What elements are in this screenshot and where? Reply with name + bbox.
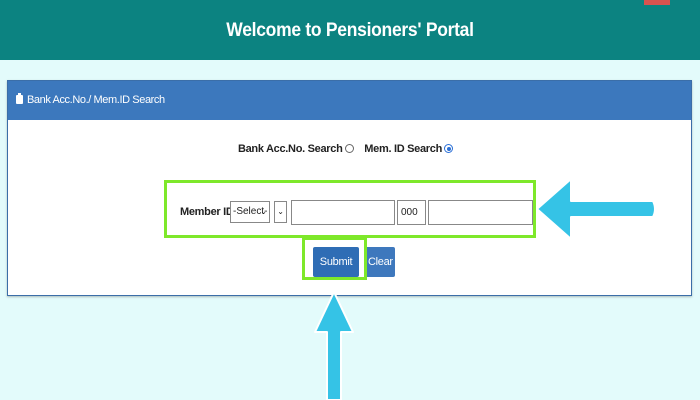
member-id-label: Member ID:	[180, 206, 237, 218]
mem-id-search-label: Mem. ID Search	[364, 143, 443, 155]
clear-button[interactable]: Clear	[364, 247, 395, 277]
member-id-highlight-box: Member ID: -Select- ⌄ ⌄ 000	[164, 180, 536, 238]
extension-input[interactable]: 000	[397, 200, 426, 225]
page-title: Welcome to Pensioners' Portal	[226, 20, 474, 41]
search-type-selector: Bank Acc.No. Search Mem. ID Search	[8, 143, 691, 155]
chevron-down-icon: ⌄	[277, 207, 284, 216]
office-select[interactable]: ⌄	[274, 201, 287, 223]
submit-highlight-box	[302, 237, 367, 280]
panel-header-label: Bank Acc.No./ Mem.ID Search	[27, 94, 165, 106]
pointer-arrow-up-icon	[314, 291, 354, 400]
panel-header: Bank Acc.No./ Mem.ID Search	[8, 81, 691, 120]
clipboard-icon	[16, 93, 23, 104]
chevron-down-icon: ⌄	[260, 207, 267, 216]
mem-id-search-radio[interactable]	[444, 144, 454, 153]
account-number-input[interactable]	[428, 200, 533, 225]
portal-header: Welcome to Pensioners' Portal	[0, 0, 700, 60]
pointer-arrow-left-icon	[536, 178, 656, 240]
header-corner-button[interactable]	[644, 0, 670, 5]
region-select[interactable]: -Select- ⌄	[230, 201, 270, 223]
bank-acc-search-label: Bank Acc.No. Search	[237, 143, 343, 155]
establishment-id-input[interactable]	[291, 200, 395, 225]
bank-acc-search-radio[interactable]	[344, 144, 354, 153]
